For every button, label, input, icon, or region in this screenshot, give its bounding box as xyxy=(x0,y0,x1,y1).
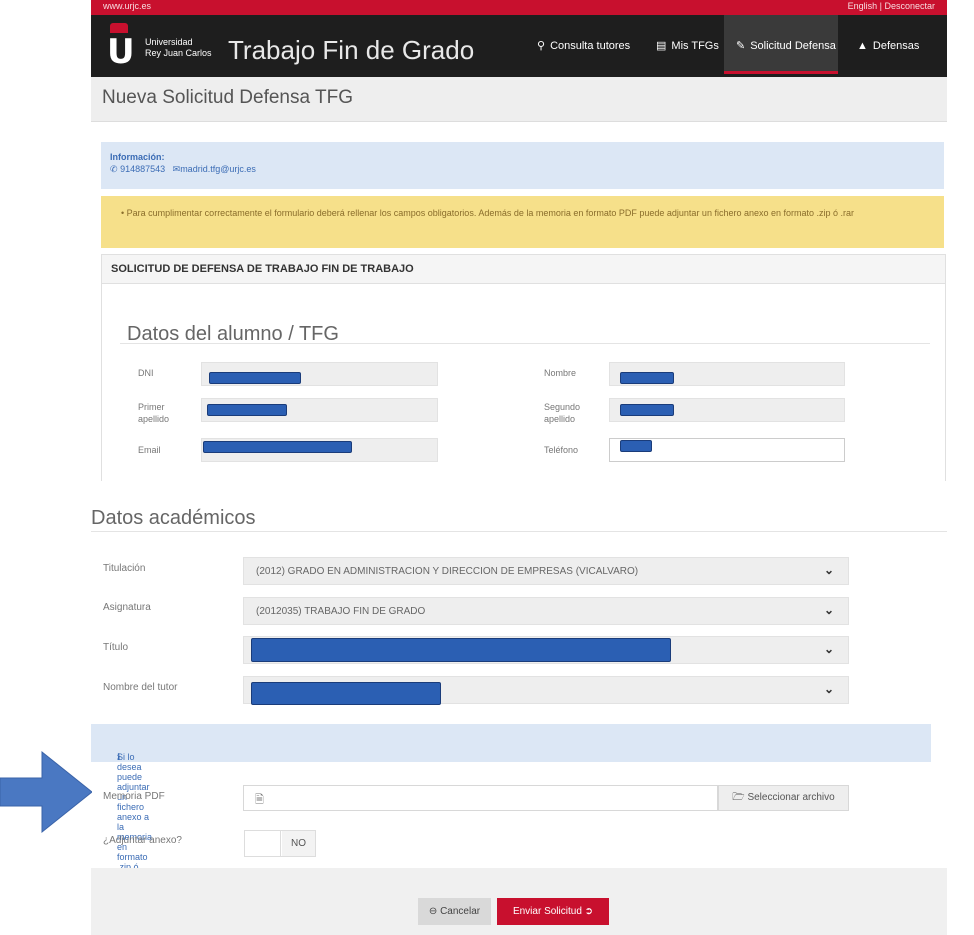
titulacion-value: (2012) GRADO EN ADMINISTRACION Y DIRECCI… xyxy=(256,566,639,577)
redaction-mark xyxy=(620,372,674,384)
segundo-apellido-label: Segundo apellido xyxy=(544,402,581,424)
telefono-field[interactable] xyxy=(609,438,845,462)
file-icon: 🗎 xyxy=(255,794,264,806)
toggle-state: NO xyxy=(282,831,315,856)
divider xyxy=(120,343,930,344)
attachment-info-text: Si lo desea puede adjuntar un fichero an… xyxy=(117,752,153,882)
info-box: Información: ✆ 914887543 ✉madrid.tfg@urj… xyxy=(101,142,944,189)
attachment-info-box: ℹ Si lo desea puede adjuntar un fichero … xyxy=(91,724,931,882)
redaction-mark xyxy=(209,372,301,384)
redaction-mark xyxy=(620,440,652,452)
send-request-button[interactable]: Enviar Solicitud ➲ xyxy=(497,898,609,925)
redaction-mark xyxy=(251,682,441,705)
asignatura-value: (2012035) TRABAJO FIN DE GRADO xyxy=(256,606,426,617)
titulo-select[interactable]: ⌄ xyxy=(243,636,849,664)
nav-defensas[interactable]: ▲ Defensas xyxy=(847,15,929,77)
form-panel: SOLICITUD DE DEFENSA DE TRABAJO FIN DE T… xyxy=(101,254,946,481)
arrow-circle-icon: ➲ xyxy=(584,906,594,917)
info-title: Información: xyxy=(110,152,165,162)
header-navbar: U Universidad Rey Juan Carlos Trabajo Fi… xyxy=(91,15,947,77)
dni-label: DNI xyxy=(138,368,154,378)
annotation-arrow-icon xyxy=(0,750,92,834)
redaction-mark xyxy=(207,404,287,416)
app-title: Trabajo Fin de Grado xyxy=(228,35,475,65)
page-heading-bar: Nueva Solicitud Defensa TFG xyxy=(91,77,947,122)
warning-box: • Para cumplimentar correctamente el for… xyxy=(101,196,944,248)
nav-consulta-tutores[interactable]: ⚲ Consulta tutores xyxy=(527,15,640,77)
folder-icon: 🗁 xyxy=(732,792,745,803)
phone-icon: ✆ xyxy=(110,164,118,174)
primer-apellido-label: Primer apellido xyxy=(138,402,170,424)
email-field[interactable] xyxy=(201,438,438,462)
chevron-down-icon: ⌄ xyxy=(823,642,834,656)
segundo-apellido-field[interactable] xyxy=(609,398,845,422)
pencil-icon: ✎ xyxy=(736,40,746,52)
chevron-down-icon: ⌄ xyxy=(823,682,834,696)
cancel-button[interactable]: ⊖ Cancelar xyxy=(418,898,491,925)
search-icon: ⚲ xyxy=(537,40,546,52)
telefono-label: Teléfono xyxy=(544,445,579,455)
asignatura-label: Asignatura xyxy=(103,602,151,613)
titulacion-label: Titulación xyxy=(103,563,146,574)
warning-text: Para cumplimentar correctamente el formu… xyxy=(126,208,855,218)
titulacion-select[interactable]: (2012) GRADO EN ADMINISTRACION Y DIRECCI… xyxy=(243,557,849,585)
document-icon: ▤ xyxy=(656,40,667,52)
chevron-down-icon: ⌄ xyxy=(823,603,834,617)
select-file-button[interactable]: 🗁 Seleccionar archivo xyxy=(718,785,849,811)
primer-apellido-field[interactable] xyxy=(201,398,438,422)
anexo-toggle[interactable]: NO xyxy=(244,830,316,857)
divider xyxy=(91,531,947,532)
nombre-field[interactable] xyxy=(609,362,845,386)
institution-icon: ▲ xyxy=(857,40,868,52)
nav-mis-tfgs[interactable]: ▤ Mis TFGs xyxy=(646,15,729,77)
panel-header: SOLICITUD DE DEFENSA DE TRABAJO FIN DE T… xyxy=(102,255,945,284)
anexo-label: ¿Adjuntar anexo? xyxy=(103,835,182,846)
dni-field[interactable] xyxy=(201,362,438,386)
tutor-label: Nombre del tutor xyxy=(103,682,178,693)
chevron-down-icon: ⌄ xyxy=(823,563,834,577)
contact-line: ✆ 914887543 ✉madrid.tfg@urjc.es xyxy=(110,164,256,175)
titulo-label: Título xyxy=(103,642,129,653)
memoria-pdf-input[interactable]: 🗎 xyxy=(243,785,718,811)
info-email[interactable]: madrid.tfg@urjc.es xyxy=(180,164,256,174)
redaction-mark xyxy=(251,638,671,662)
cancel-icon: ⊖ xyxy=(428,906,438,917)
panel-title: SOLICITUD DE DEFENSA DE TRABAJO FIN DE T… xyxy=(111,263,414,275)
email-label: Email xyxy=(138,445,161,455)
redaction-mark xyxy=(203,441,352,453)
memoria-pdf-label: Memoria PDF xyxy=(103,791,165,802)
asignatura-select[interactable]: (2012035) TRABAJO FIN DE GRADO ⌄ xyxy=(243,597,849,625)
nav-solicitud-defensa[interactable]: ✎ Solicitud Defensa xyxy=(724,15,838,74)
site-link[interactable]: www.urjc.es xyxy=(103,1,151,11)
university-name: Universidad Rey Juan Carlos xyxy=(145,37,212,58)
university-logo[interactable]: U xyxy=(107,23,135,69)
tutor-select[interactable]: ⌄ xyxy=(243,676,849,705)
page-title: Nueva Solicitud Defensa TFG xyxy=(102,87,353,108)
top-strip: www.urjc.es English | Desconectar xyxy=(91,0,947,15)
academic-section-title: Datos académicos xyxy=(91,507,256,529)
redaction-mark xyxy=(620,404,674,416)
info-phone: 914887543 xyxy=(120,164,166,174)
toggle-knob xyxy=(245,831,281,856)
top-links[interactable]: English | Desconectar xyxy=(848,1,935,11)
nombre-label: Nombre xyxy=(544,368,577,378)
